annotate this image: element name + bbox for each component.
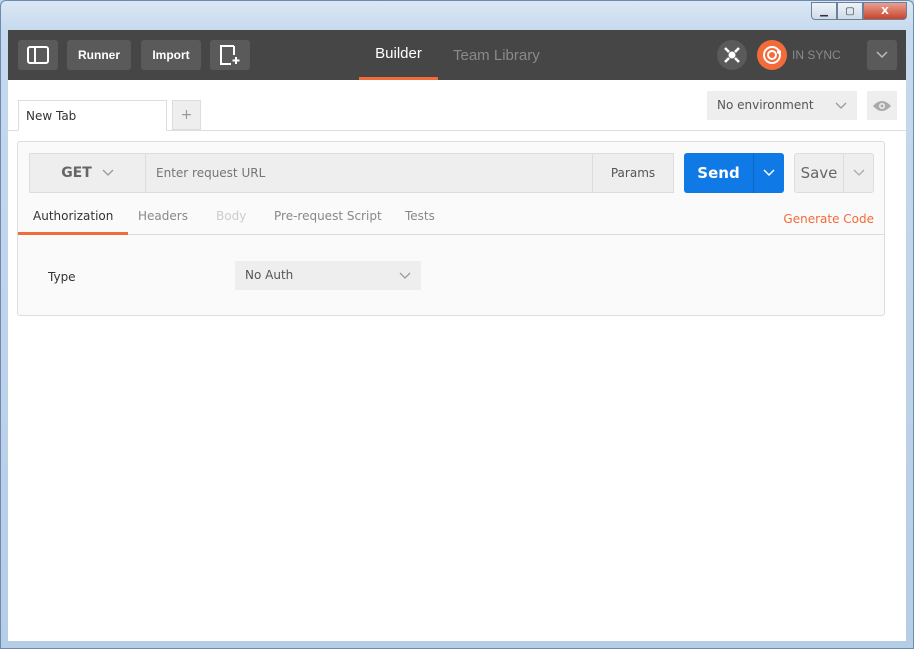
settings-dropdown-button[interactable] [867,40,897,70]
auth-type-label: Type [48,270,76,284]
chevron-down-icon [835,102,847,109]
sidebar-icon [27,46,49,64]
send-options-button[interactable] [754,153,784,193]
new-window-icon [220,45,240,65]
close-button[interactable]: X [863,2,907,20]
new-window-button[interactable] [210,40,250,70]
chevron-down-icon [853,169,864,176]
add-tab-button[interactable]: + [172,100,201,130]
environment-select[interactable]: No environment [707,91,857,120]
auth-type-select[interactable]: No Auth [235,261,421,290]
tab-builder[interactable]: Builder [359,30,438,80]
chevron-down-icon [399,272,411,279]
interceptor-button[interactable] [717,40,747,70]
minimize-button[interactable]: ▁ [811,2,837,20]
method-value: GET [61,165,92,181]
sync-button[interactable] [757,40,787,70]
sidebar-toggle-button[interactable] [18,40,58,70]
generate-code-link[interactable]: Generate Code [783,212,874,226]
maximize-button[interactable]: ▢ [837,2,863,20]
import-button[interactable]: Import [141,40,201,70]
sync-status: IN SYNC [792,48,841,62]
tab-authorization[interactable]: Authorization [18,209,129,235]
runner-button[interactable]: Runner [67,40,131,70]
window-controls: ▁ ▢ X [811,2,907,20]
send-button[interactable]: Send [684,153,754,193]
chevron-down-icon [876,51,888,59]
tab-headers[interactable]: Headers [138,209,188,231]
params-button[interactable]: Params [592,154,673,192]
sync-icon [763,46,781,64]
chevron-down-icon [102,169,114,176]
eye-icon [873,100,891,111]
save-options-button[interactable] [844,154,873,192]
send-button-group: Send [684,153,784,193]
environment-quicklook-button[interactable] [867,91,897,120]
url-bar: GET Params [29,153,674,193]
request-tab[interactable]: New Tab [18,100,167,131]
tab-tests[interactable]: Tests [405,209,435,231]
method-select[interactable]: GET [30,154,146,192]
top-toolbar: Runner Import Builder Team Library IN SY… [8,30,906,80]
url-input[interactable] [146,154,592,192]
save-button-group: Save [794,153,874,193]
auth-type-selected: No Auth [245,268,294,282]
tab-pre-request-script[interactable]: Pre-request Script [274,209,382,231]
tabs-row: New Tab + No environment [8,80,906,131]
app: Runner Import Builder Team Library IN SY… [8,30,906,641]
request-tabs: Authorization Headers Body Pre-request S… [18,201,884,235]
tab-team-library[interactable]: Team Library [453,30,540,80]
tab-body[interactable]: Body [216,209,246,231]
satellite-icon [724,47,740,63]
request-panel: GET Params Send Save Authorization Heade… [17,141,885,316]
save-button[interactable]: Save [795,154,844,192]
environment-selected: No environment [717,98,814,112]
chevron-down-icon [763,169,775,177]
